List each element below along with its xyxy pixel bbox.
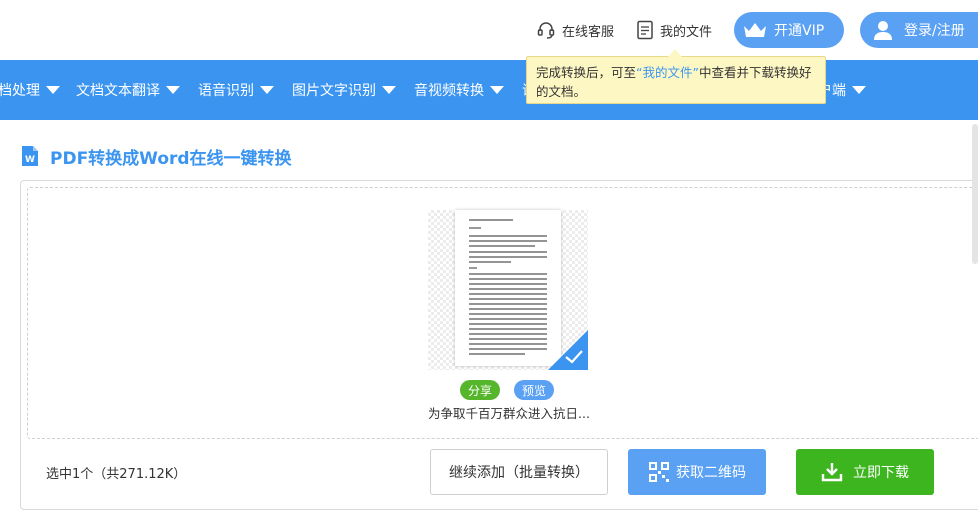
qr-code-icon <box>649 462 669 482</box>
page-title-text: PDF转换成Word在线一键转换 <box>50 148 292 169</box>
document-text-lines <box>469 219 547 355</box>
preview-button[interactable]: 预览 <box>514 380 554 400</box>
my-files-label: 我的文件 <box>660 24 713 40</box>
login-register-label: 登录/注册 <box>904 23 965 39</box>
word-file-icon: W <box>22 146 38 166</box>
nav-item-label: 文档文本翻译 <box>76 83 160 99</box>
selection-status: 选中1个（共271.12K） <box>46 467 187 482</box>
preview-label: 预览 <box>521 383 546 398</box>
top-header: 在线客服 我的文件 开通VIP 登录/注册 <box>0 0 978 60</box>
caret-down-icon <box>382 86 396 94</box>
share-button[interactable]: 分享 <box>460 380 500 400</box>
document-preview-page <box>455 210 561 366</box>
caret-down-icon <box>260 86 274 94</box>
caret-down-icon <box>166 86 180 94</box>
get-qr-code-button[interactable]: 获取二维码 <box>628 449 766 495</box>
login-register-button[interactable]: 登录/注册 <box>860 12 978 48</box>
headset-icon <box>537 22 555 39</box>
file-thumbnail[interactable] <box>428 210 588 370</box>
download-now-button[interactable]: 立即下载 <box>796 449 934 495</box>
tooltip-highlight: “我的文件” <box>636 65 699 80</box>
my-files-tooltip: 完成转换后，可至“我的文件”中查看并下载转换好的文档。 <box>526 56 826 104</box>
continue-add-label: 继续添加（批量转换） <box>449 465 589 481</box>
file-dropzone[interactable]: 分享 预览 为争取千百万群众进入抗日... <box>27 187 978 439</box>
caret-down-icon <box>852 86 866 94</box>
open-vip-label: 开通VIP <box>774 23 825 39</box>
nav-item-image-ocr[interactable]: 图片文字识别 <box>292 60 396 120</box>
page-scrollbar[interactable] <box>972 124 978 264</box>
crown-icon <box>744 23 766 37</box>
caret-down-icon <box>490 86 504 94</box>
nav-item-label: 图片文字识别 <box>292 83 376 99</box>
tooltip-arrow <box>668 49 682 57</box>
my-files-link[interactable]: 我的文件 <box>636 18 712 42</box>
checkmark-icon <box>565 350 583 364</box>
caret-down-icon <box>46 86 60 94</box>
nav-item-label: 语音识别 <box>198 83 254 99</box>
svg-text:W: W <box>25 155 35 165</box>
nav-item-label: 音视频转换 <box>414 83 484 99</box>
nav-item-speech-recognition[interactable]: 语音识别 <box>198 60 274 120</box>
nav-item-translation[interactable]: 文档文本翻译 <box>76 60 180 120</box>
open-vip-button[interactable]: 开通VIP <box>734 12 844 48</box>
nav-item-document-processing[interactable]: 档处理 <box>0 60 60 120</box>
online-support-label: 在线客服 <box>562 24 615 40</box>
share-label: 分享 <box>467 383 492 398</box>
file-name: 为争取千百万群众进入抗日... <box>428 406 590 421</box>
conversion-panel: 分享 预览 为争取千百万群众进入抗日... 选中1个（共271.12K） 继续添… <box>20 180 978 510</box>
nav-item-av-conversion[interactable]: 音视频转换 <box>414 60 504 120</box>
user-icon <box>874 21 892 40</box>
tooltip-text-before: 完成转换后，可至 <box>536 65 637 80</box>
main-nav: 档处理 文档文本翻译 语音识别 图片文字识别 音视频转换 语 户端 <box>0 60 978 120</box>
download-icon <box>821 463 843 482</box>
document-icon <box>637 20 653 40</box>
online-support-link[interactable]: 在线客服 <box>536 18 614 42</box>
download-now-label: 立即下载 <box>853 465 909 481</box>
page-title: W PDF转换成Word在线一键转换 <box>20 143 292 169</box>
get-qr-code-label: 获取二维码 <box>676 465 746 481</box>
nav-item-label: 档处理 <box>0 83 40 99</box>
continue-add-button[interactable]: 继续添加（批量转换） <box>430 449 608 495</box>
